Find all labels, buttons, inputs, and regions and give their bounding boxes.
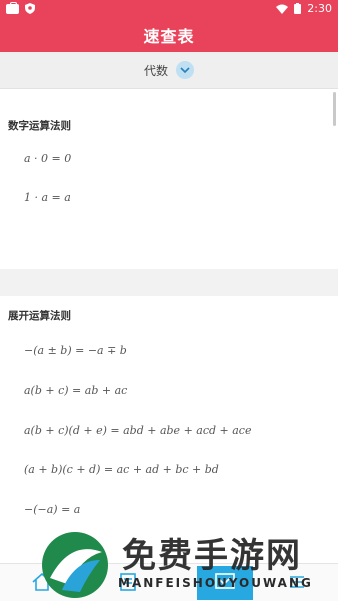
home-icon <box>32 572 52 591</box>
cheat-sheet-content[interactable]: 数字运算法则 a · 0 = 0 1 · a = a 展开运算法则 −(a ± … <box>0 89 338 563</box>
formula: (a + b)(c + d) = ac + ad + bc + bd <box>24 463 219 476</box>
category-label: 代数 <box>143 63 168 78</box>
scrollbar[interactable] <box>333 92 336 126</box>
shield-icon <box>25 3 35 14</box>
status-time: 2:30 <box>307 2 332 15</box>
formula: −(−a) = a <box>24 503 81 516</box>
briefcase-icon <box>6 1 19 14</box>
section-divider <box>0 269 338 296</box>
app-bar: 速查表 <box>0 18 338 52</box>
status-bar: 2:30 <box>0 0 338 18</box>
nav-home[interactable] <box>28 568 56 596</box>
battery-icon <box>294 3 302 14</box>
section-title: 展开运算法则 <box>8 310 71 322</box>
formula: a(b + c) = ab + ac <box>24 384 128 397</box>
category-dropdown-button[interactable] <box>176 61 194 79</box>
wifi-icon <box>276 4 289 14</box>
cheatsheet-icon <box>215 573 235 589</box>
category-selector[interactable]: 代数 <box>0 52 338 89</box>
page-title: 速查表 <box>143 27 195 46</box>
nav-cheatsheet-active[interactable] <box>197 566 253 600</box>
nav-book[interactable] <box>114 568 142 596</box>
book-icon <box>120 573 136 591</box>
chevron-down-icon <box>180 66 190 73</box>
formula: −(a ± b) = −a ∓ b <box>24 344 127 357</box>
menu-icon <box>290 576 304 588</box>
nav-menu[interactable] <box>283 568 311 596</box>
bottom-nav <box>0 563 338 601</box>
section-card: 展开运算法则 −(a ± b) = −a ∓ b a(b + c) = ab +… <box>0 296 338 563</box>
formula: a(b + c)(d + e) = abd + abe + acd + ace <box>24 424 252 437</box>
formula: 1 · a = a <box>24 191 71 204</box>
formula: a · 0 = 0 <box>24 152 72 165</box>
section-title: 数字运算法则 <box>8 120 71 132</box>
section-card: 数字运算法则 a · 0 = 0 1 · a = a <box>0 89 338 269</box>
